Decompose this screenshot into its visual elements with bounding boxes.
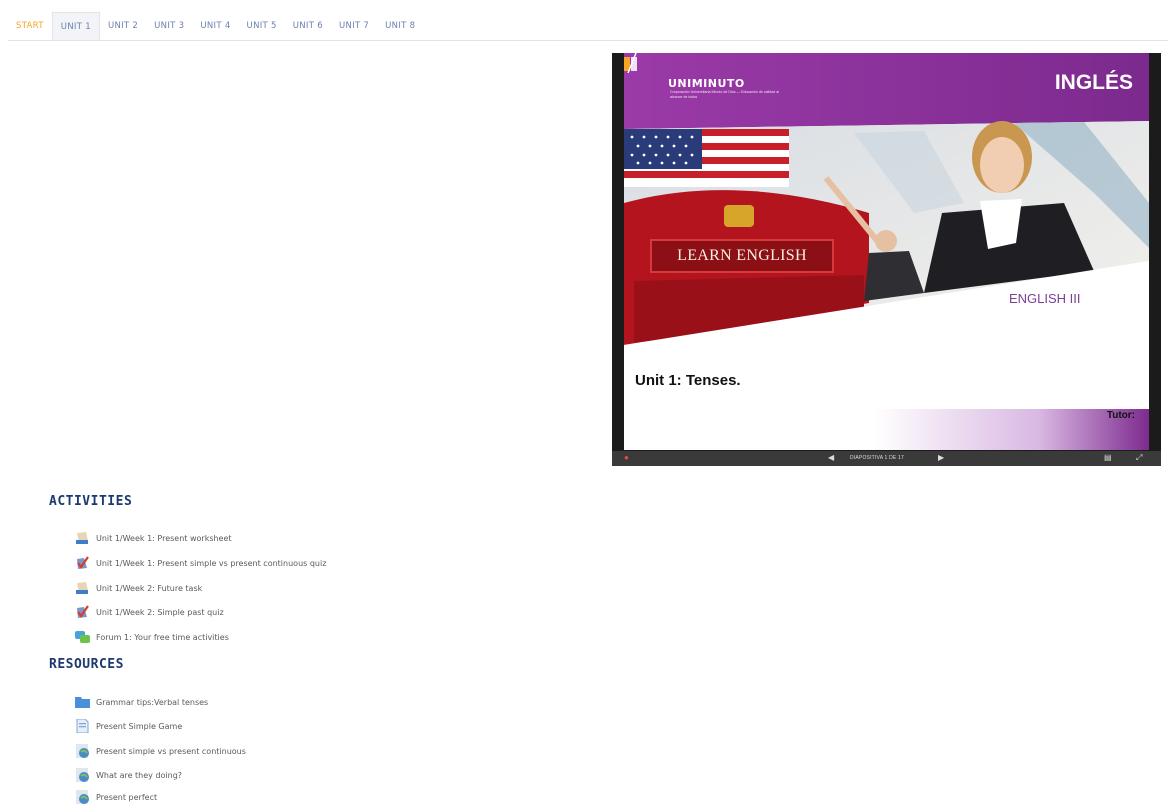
- next-slide-button[interactable]: ▶: [938, 453, 944, 462]
- resource-item[interactable]: What are they doing?: [75, 767, 182, 783]
- tab-unit-1[interactable]: UNIT 1: [51, 12, 100, 40]
- slide-canvas: UNIMINUTO Corporación Universitaria Minu…: [624, 53, 1149, 450]
- url-globe-icon: [76, 744, 89, 758]
- activity-item[interactable]: Unit 1/Week 2: Simple past quiz: [75, 604, 224, 620]
- fullscreen-icon[interactable]: ⤢: [1136, 453, 1142, 463]
- resource-label: Present simple vs present continuous: [96, 746, 246, 756]
- tab-unit-5[interactable]: UNIT 5: [239, 12, 285, 40]
- quiz-icon: [77, 605, 89, 618]
- slide-counter: DIAPOSITIVA 1 DE 17: [850, 455, 905, 461]
- tab-unit-6[interactable]: UNIT 6: [285, 12, 331, 40]
- tab-start[interactable]: START: [8, 12, 52, 40]
- assignment-icon: [76, 532, 88, 544]
- activity-item[interactable]: Unit 1/Week 2: Future task: [75, 580, 202, 596]
- learn-english-sign: LEARN ENGLISH: [650, 239, 834, 273]
- logo-text: UNIMINUTO: [668, 77, 745, 90]
- resource-item[interactable]: Grammar tips:Verbal tenses: [75, 694, 208, 710]
- unit-tabs: START UNIT 1 UNIT 2 UNIT 3 UNIT 4 UNIT 5…: [8, 12, 1168, 41]
- resource-item[interactable]: Present perfect: [75, 789, 157, 805]
- slide-title: INGLÉS: [1054, 71, 1133, 94]
- office-logo-icon[interactable]: ●: [624, 453, 629, 462]
- slide-unit-title: Unit 1: Tenses.: [635, 372, 741, 389]
- activity-item[interactable]: Unit 1/Week 1: Present simple vs present…: [75, 555, 326, 571]
- folder-icon: [75, 697, 90, 708]
- resource-label: Present perfect: [96, 792, 158, 802]
- tab-unit-7[interactable]: UNIT 7: [331, 12, 377, 40]
- slide-viewer[interactable]: UNIMINUTO Corporación Universitaria Minu…: [612, 53, 1161, 466]
- logo-subtitle: Corporación Universitaria Minuto de Dios…: [670, 90, 780, 99]
- resource-item[interactable]: Present simple vs present continuous: [75, 743, 246, 759]
- slide-controls: ● ◀ DIAPOSITIVA 1 DE 17 ▶ ▤ ⤢: [612, 451, 1161, 466]
- resource-label: What are they doing?: [96, 770, 183, 780]
- woman-face: [980, 137, 1024, 193]
- resource-label: Present Simple Game: [96, 721, 183, 731]
- tab-unit-2[interactable]: UNIT 2: [100, 12, 146, 40]
- slide-menu-icon[interactable]: ▤: [1104, 453, 1112, 462]
- previous-slide-button[interactable]: ◀: [828, 453, 834, 462]
- activity-label: Unit 1/Week 1: Present worksheet: [96, 533, 232, 543]
- resources-heading: RESOURCES: [49, 657, 124, 672]
- tab-unit-3[interactable]: UNIT 3: [146, 12, 192, 40]
- url-globe-icon: [76, 790, 89, 804]
- slide-tutor-label: Tutor:: [1106, 410, 1135, 421]
- activity-item[interactable]: Unit 1/Week 1: Present worksheet: [75, 530, 232, 546]
- resource-label: Grammar tips:Verbal tenses: [96, 697, 209, 707]
- forum-icon: [75, 631, 90, 643]
- activity-item[interactable]: Forum 1: Your free time activities: [75, 629, 229, 645]
- url-globe-icon: [76, 768, 89, 782]
- activity-label: Unit 1/Week 2: Simple past quiz: [96, 607, 224, 617]
- tab-unit-8[interactable]: UNIT 8: [377, 12, 423, 40]
- tab-unit-4[interactable]: UNIT 4: [192, 12, 238, 40]
- page-icon: [76, 719, 89, 733]
- quiz-icon: [77, 556, 89, 569]
- activity-label: Unit 1/Week 2: Future task: [96, 583, 203, 593]
- resource-item[interactable]: Present Simple Game: [75, 718, 182, 734]
- activity-label: Unit 1/Week 1: Present simple vs present…: [96, 558, 327, 568]
- activities-heading: ACTIVITIES: [49, 494, 133, 509]
- crown-emblem-icon: [724, 205, 754, 227]
- assignment-icon: [76, 582, 88, 594]
- uniminuto-logo-icon: [624, 53, 637, 73]
- activity-label: Forum 1: Your free time activities: [96, 632, 229, 642]
- slide-subtitle: ENGLISH III: [1009, 291, 1081, 306]
